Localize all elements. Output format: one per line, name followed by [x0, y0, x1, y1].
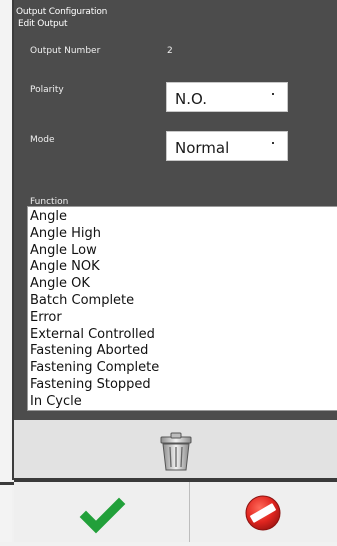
mode-label: Mode [30, 135, 55, 145]
mode-dropdown[interactable]: Normal [166, 131, 288, 161]
output-number-label: Output Number [30, 46, 101, 56]
divider [0, 482, 14, 485]
function-list-item[interactable]: Angle NOK [28, 259, 159, 276]
function-list: Angle Angle High Angle Low Angle NOK Angle O… [28, 209, 159, 410]
output-number-value: 2 [167, 46, 173, 56]
dialog-subtitle: Edit Output [18, 19, 68, 29]
polarity-label: Polarity [30, 85, 64, 95]
function-list-item[interactable]: Angle Low [28, 243, 159, 260]
no-entry-icon [245, 495, 281, 531]
function-list-item[interactable]: In Cycle [28, 394, 159, 410]
dialog-title: Output Configuration [16, 7, 108, 17]
dialog-buttons [14, 482, 337, 542]
ok-button[interactable] [14, 482, 189, 542]
function-list-item[interactable]: Angle High [28, 226, 159, 243]
function-list-item[interactable]: Fastening Stopped [28, 377, 159, 394]
function-list-item[interactable]: Angle [28, 209, 159, 226]
checkmark-icon [79, 497, 126, 534]
function-list-item[interactable]: Angle OK [28, 276, 159, 293]
cancel-button[interactable] [190, 482, 337, 542]
polarity-selected-value: N.O. [175, 90, 207, 108]
delete-toolbar [14, 420, 337, 478]
mode-selected-value: Normal [175, 139, 230, 157]
function-list-item[interactable]: Fastening Aborted [28, 343, 159, 360]
output-configuration-dialog: Output Configuration Edit Output Output … [14, 0, 337, 542]
dropdown-arrow-icon [272, 93, 274, 95]
polarity-dropdown[interactable]: N.O. [166, 82, 288, 112]
dropdown-arrow-icon [272, 142, 274, 144]
delete-button[interactable] [151, 430, 201, 474]
function-list-item[interactable]: External Controlled [28, 327, 159, 344]
function-list-item[interactable]: Fastening Complete [28, 360, 159, 377]
function-list-item[interactable]: Error [28, 310, 159, 327]
function-listbox[interactable]: Angle Angle High Angle Low Angle NOK Angle O… [27, 206, 337, 411]
background-panel [0, 0, 12, 542]
function-list-item[interactable]: Batch Complete [28, 293, 159, 310]
trash-icon [160, 432, 192, 471]
